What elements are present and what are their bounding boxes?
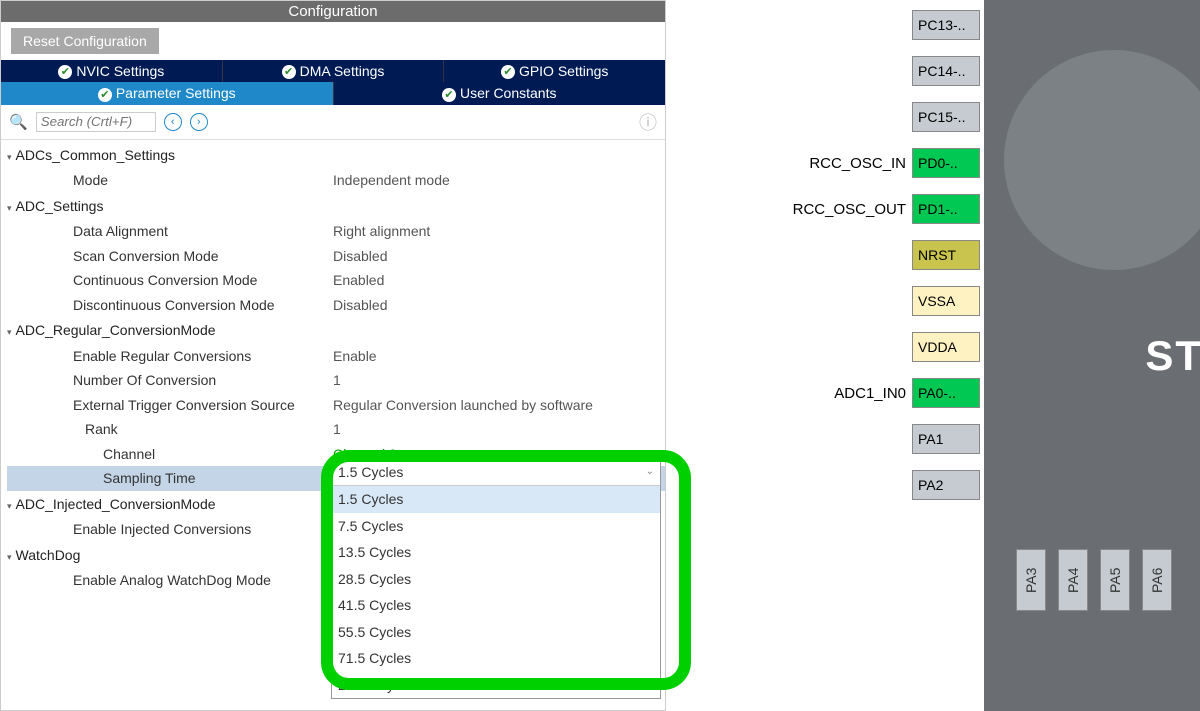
pin-pc13[interactable]: PC13-.. xyxy=(912,10,980,40)
param-value: Enabled xyxy=(333,268,384,293)
param-label: Scan Conversion Mode xyxy=(7,244,333,269)
panel-title: Configuration xyxy=(1,1,665,22)
sampling-time-dropdown[interactable]: 1.5 Cycles ⌄ 1.5 Cycles 7.5 Cycles 13.5 … xyxy=(331,458,661,700)
pin-pa6[interactable]: PA6 xyxy=(1142,549,1172,611)
param-value: Right alignment xyxy=(333,219,430,244)
pin-pa1[interactable]: PA1 xyxy=(912,424,980,454)
tabs-row-1: ✔ NVIC Settings ✔ DMA Settings ✔ GPIO Setti… xyxy=(1,60,665,82)
pins-bottom-row: PA3 PA4 PA5 PA6 xyxy=(1016,549,1172,611)
group-adc-settings[interactable]: ADC_Settings xyxy=(7,193,665,220)
tab-label: DMA Settings xyxy=(300,63,385,79)
search-next-button[interactable]: › xyxy=(190,113,208,131)
dropdown-option[interactable]: 239.5 Cycles xyxy=(332,672,660,699)
param-label: Enable Analog WatchDog Mode xyxy=(7,568,333,593)
param-label: Enable Injected Conversions xyxy=(7,517,333,542)
check-icon: ✔ xyxy=(58,65,72,79)
dropdown-selected-value: 1.5 Cycles xyxy=(338,460,403,485)
param-row[interactable]: Enable Regular ConversionsEnable xyxy=(7,344,665,369)
pin-nrst[interactable]: NRST xyxy=(912,240,980,270)
pin-pa4[interactable]: PA4 xyxy=(1058,549,1088,611)
search-bar: 🔍 ‹ › ⓘ xyxy=(1,105,665,140)
param-label: Data Alignment xyxy=(7,219,333,244)
param-row-rank[interactable]: Rank1 xyxy=(7,417,665,442)
param-value: Disabled xyxy=(333,293,387,318)
check-icon: ✔ xyxy=(282,65,296,79)
param-label: Number Of Conversion xyxy=(7,368,333,393)
pin-net: RCC_OSC_OUT xyxy=(793,201,906,218)
param-label: Rank xyxy=(7,417,333,442)
param-value: 1 xyxy=(333,417,341,442)
pin-net: RCC_OSC_IN xyxy=(809,155,906,172)
dropdown-option[interactable]: 41.5 Cycles xyxy=(332,592,660,619)
param-label: Sampling Time xyxy=(7,466,333,491)
pin-pa0[interactable]: PA0-.. xyxy=(912,378,980,408)
tab-user-constants[interactable]: ✔ User Constants xyxy=(334,82,666,104)
param-label: Enable Regular Conversions xyxy=(7,344,333,369)
check-icon: ✔ xyxy=(501,65,515,79)
param-value: Disabled xyxy=(333,244,387,269)
param-label: Channel xyxy=(7,442,333,467)
param-value: 1 xyxy=(333,368,341,393)
param-value: Enable xyxy=(333,344,377,369)
check-icon: ✔ xyxy=(442,88,456,102)
pinout-pane: STM PC13-.. PC14-.. PC15-.. RCC_OSC_IN PD… xyxy=(666,0,1200,711)
dropdown-list: 1.5 Cycles 7.5 Cycles 13.5 Cycles 28.5 C… xyxy=(332,485,660,698)
dropdown-option[interactable]: 28.5 Cycles xyxy=(332,566,660,593)
pin-pd1[interactable]: PD1-.. xyxy=(912,194,980,224)
search-input[interactable] xyxy=(36,112,156,132)
dropdown-selected[interactable]: 1.5 Cycles ⌄ xyxy=(332,459,660,486)
pin-vdda[interactable]: VDDA xyxy=(912,332,980,362)
pin-vssa[interactable]: VSSA xyxy=(912,286,980,316)
param-row[interactable]: Scan Conversion ModeDisabled xyxy=(7,244,665,269)
check-icon: ✔ xyxy=(98,88,112,102)
param-row[interactable]: External Trigger Conversion SourceRegula… xyxy=(7,393,665,418)
pin-pd0[interactable]: PD0-.. xyxy=(912,148,980,178)
pin-pa2[interactable]: PA2 xyxy=(912,470,980,500)
pin-pc15[interactable]: PC15-.. xyxy=(912,102,980,132)
dropdown-option[interactable]: 7.5 Cycles xyxy=(332,513,660,540)
pins-left-column: PC13-.. PC14-.. PC15-.. RCC_OSC_IN PD0-..… xyxy=(793,10,980,500)
tab-dma-settings[interactable]: ✔ DMA Settings xyxy=(223,60,445,82)
param-label: Continuous Conversion Mode xyxy=(7,268,333,293)
tab-nvic-settings[interactable]: ✔ NVIC Settings xyxy=(1,60,223,82)
param-value: Independent mode xyxy=(333,168,450,193)
tab-gpio-settings[interactable]: ✔ GPIO Settings xyxy=(444,60,665,82)
pin-pa3[interactable]: PA3 xyxy=(1016,549,1046,611)
chevron-down-icon: ⌄ xyxy=(646,463,654,481)
search-prev-button[interactable]: ‹ xyxy=(164,113,182,131)
chip-label: STM xyxy=(1145,332,1200,380)
dropdown-option[interactable]: 13.5 Cycles xyxy=(332,539,660,566)
param-label: External Trigger Conversion Source xyxy=(7,393,333,418)
group-adc-regular[interactable]: ADC_Regular_ConversionMode xyxy=(7,317,665,344)
dropdown-option[interactable]: 71.5 Cycles xyxy=(332,645,660,672)
tab-label: Parameter Settings xyxy=(116,85,236,101)
tab-parameter-settings[interactable]: ✔ Parameter Settings xyxy=(1,82,334,104)
dropdown-option[interactable]: 55.5 Cycles xyxy=(332,619,660,646)
dropdown-option[interactable]: 1.5 Cycles xyxy=(332,486,660,513)
tabs-row-2: ✔ Parameter Settings ✔ User Constants xyxy=(1,82,665,104)
pin-net: ADC1_IN0 xyxy=(834,385,906,402)
pin-pa5[interactable]: PA5 xyxy=(1100,549,1130,611)
param-row[interactable]: Discontinuous Conversion ModeDisabled xyxy=(7,293,665,318)
param-label: Mode xyxy=(7,168,333,193)
configuration-panel: Configuration Reset Configuration ✔ NVIC … xyxy=(0,0,666,711)
param-value: Regular Conversion launched by software xyxy=(333,393,593,418)
param-row[interactable]: Data AlignmentRight alignment xyxy=(7,219,665,244)
param-row[interactable]: Number Of Conversion1 xyxy=(7,368,665,393)
parameter-tree: ADCs_Common_Settings ModeIndependent mod… xyxy=(1,140,665,593)
pin-pc14[interactable]: PC14-.. xyxy=(912,56,980,86)
reset-configuration-button[interactable]: Reset Configuration xyxy=(11,28,159,54)
tab-label: GPIO Settings xyxy=(519,63,608,79)
param-row[interactable]: ModeIndependent mode xyxy=(7,168,665,193)
info-icon[interactable]: ⓘ xyxy=(639,109,657,135)
param-row[interactable]: Continuous Conversion ModeEnabled xyxy=(7,268,665,293)
tab-label: User Constants xyxy=(460,85,556,101)
group-adcs-common[interactable]: ADCs_Common_Settings xyxy=(7,142,665,169)
param-label: Discontinuous Conversion Mode xyxy=(7,293,333,318)
search-icon: 🔍 xyxy=(9,113,28,131)
tab-label: NVIC Settings xyxy=(76,63,164,79)
